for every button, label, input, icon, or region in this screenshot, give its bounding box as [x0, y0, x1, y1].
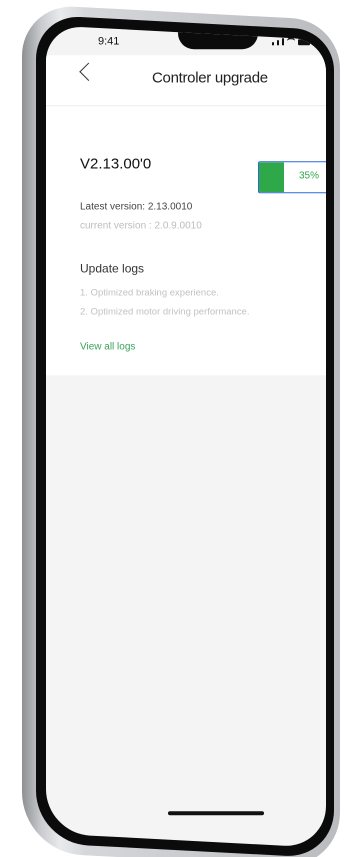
- signal-icon-bar: [282, 38, 284, 46]
- latest-version-value: 2.13.0010: [147, 201, 193, 213]
- latest-version-line: Latest version: 2.13.0010: [80, 201, 192, 212]
- battery-icon: [298, 39, 310, 46]
- version-title: V2.13.00'0: [80, 155, 152, 173]
- phone-bezel: 9:41 Controler upgrade V2.13.00'0 35% La…: [36, 14, 334, 857]
- upgrade-progress-button[interactable]: 35%: [258, 161, 326, 194]
- current-version-value: 2.0.9.0010: [154, 220, 202, 232]
- progress-fill: [259, 162, 284, 193]
- home-indicator[interactable]: [168, 811, 264, 816]
- app-content: 9:41 Controler upgrade V2.13.00'0 35% La…: [46, 25, 326, 833]
- log-item: 2. Optimized motor driving performance.: [80, 306, 250, 318]
- signal-icon: [272, 42, 274, 46]
- notch: [178, 25, 258, 50]
- page-title: Controler upgrade: [152, 69, 268, 87]
- wifi-icon: [287, 37, 295, 46]
- front-camera: [239, 31, 244, 37]
- phone-mockup: 9:41 Controler upgrade V2.13.00'0 35% La…: [0, 0, 349, 857]
- progress-text: 35%: [298, 170, 319, 182]
- phone-frame: 9:41 Controler upgrade V2.13.00'0 35% La…: [22, 4, 340, 857]
- update-logs-title: Update logs: [80, 261, 145, 276]
- log-item: 1. Optimized braking experience.: [80, 287, 219, 299]
- current-version-label: current version: [80, 220, 147, 232]
- view-all-logs-link[interactable]: View all logs: [80, 341, 135, 352]
- signal-icon-bar: [277, 40, 279, 46]
- status-icons: [272, 37, 310, 46]
- current-version-line: current version : 2.0.9.0010: [80, 220, 202, 231]
- latest-version-label: Latest version: [80, 201, 143, 213]
- phone-screen: 9:41 Controler upgrade V2.13.00'0 35% La…: [46, 25, 326, 848]
- status-time: 9:41: [98, 35, 120, 48]
